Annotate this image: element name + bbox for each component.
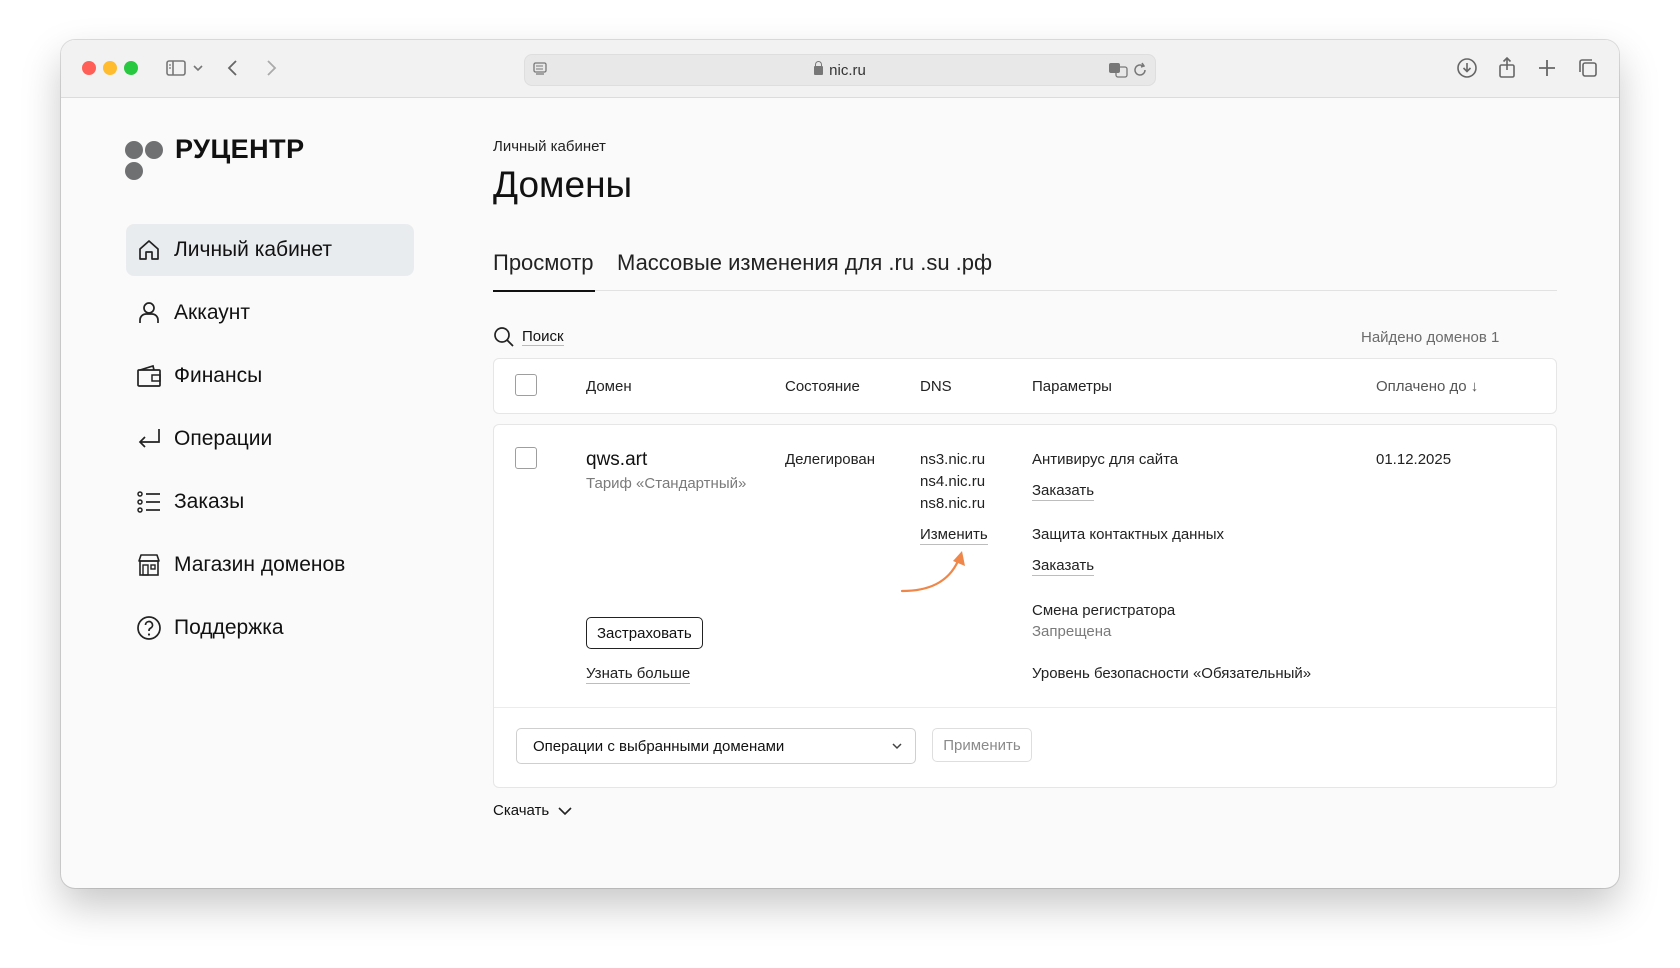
address-bar[interactable]: nic.ru — [524, 54, 1156, 86]
browser-toolbar: nic.ru — [61, 40, 1619, 98]
home-icon — [139, 240, 159, 260]
chevron-down-icon — [892, 743, 902, 750]
param-contact-protection: Защита контактных данных — [1032, 526, 1225, 543]
insure-button[interactable]: Застраховать — [586, 617, 703, 649]
param-antivirus: Антивирус для сайта — [1032, 451, 1179, 468]
sidebar-item-finance[interactable]: Финансы — [126, 350, 414, 402]
downloads-icon[interactable] — [1455, 56, 1479, 80]
column-header-dns[interactable]: DNS — [920, 378, 952, 395]
dns-change-link[interactable]: Изменить — [920, 526, 988, 545]
sidebar-nav: Личный кабинет Аккаунт Финансы Операции — [126, 224, 414, 665]
url-value: nic.ru — [829, 62, 866, 79]
lock-icon — [814, 61, 824, 75]
column-header-paid-until[interactable]: Оплачено до ↓ — [1376, 378, 1478, 395]
url-text: nic.ru — [525, 61, 1155, 79]
select-all-checkbox[interactable] — [515, 374, 537, 396]
order-contact-protection-link[interactable]: Заказать — [1032, 557, 1095, 576]
search-icon — [494, 327, 514, 347]
share-icon[interactable] — [1495, 56, 1519, 80]
back-icon[interactable] — [221, 56, 245, 80]
sidebar-item-dashboard[interactable]: Личный кабинет — [126, 224, 414, 276]
download-dropdown[interactable]: Скачать — [493, 802, 573, 819]
learn-more-link[interactable]: Узнать больше — [586, 665, 691, 684]
sidebar-item-label: Аккаунт — [174, 301, 251, 324]
forward-icon[interactable] — [259, 56, 283, 80]
help-icon — [137, 616, 161, 640]
wallet-icon — [137, 364, 161, 387]
column-header-params[interactable]: Параметры — [1032, 378, 1112, 395]
download-label: Скачать — [493, 802, 550, 819]
brand-logo-icon[interactable] — [124, 140, 168, 182]
tab-view[interactable]: Просмотр — [493, 250, 595, 292]
row-checkbox[interactable] — [515, 447, 537, 469]
tab-bar: Просмотр Массовые изменения для .ru .su … — [493, 250, 1557, 292]
found-count: Найдено доменов 1 — [1361, 329, 1500, 346]
column-header-state[interactable]: Состояние — [785, 378, 860, 395]
annotation-arrow-head — [953, 551, 965, 566]
translate-icon[interactable] — [1108, 61, 1128, 79]
browser-window: nic.ru РУЦЕНТР Личный кабинет Аккаунт Фи… — [61, 40, 1619, 888]
search-label: Поиск — [522, 328, 564, 346]
bulk-operations-label: Операции с выбранными доменами — [533, 738, 785, 755]
sidebar-toggle-icon[interactable] — [164, 56, 188, 80]
paid-until-date: 01.12.2025 — [1376, 451, 1452, 468]
brand-name[interactable]: РУЦЕНТР — [175, 134, 305, 165]
domain-state: Делегирован — [785, 451, 876, 468]
chevron-down-icon[interactable] — [191, 56, 205, 80]
page-title: Домены — [493, 164, 633, 205]
apply-button[interactable]: Применить — [932, 728, 1032, 762]
dns-server: ns3.nic.ru — [920, 451, 986, 468]
tab-bulk-changes[interactable]: Массовые изменения для .ru .su .рф — [617, 250, 992, 290]
registrar-change-status: Запрещена — [1032, 623, 1112, 640]
table-header: Домен Состояние DNS Параметры Оплачено д… — [493, 358, 1557, 414]
sidebar-item-label: Личный кабинет — [174, 238, 332, 261]
sidebar-item-label: Поддержка — [174, 616, 284, 639]
user-icon — [139, 302, 159, 323]
domain-name-link[interactable]: qws.art — [586, 449, 647, 471]
sidebar-item-operations[interactable]: Операции — [126, 413, 414, 465]
order-antivirus-link[interactable]: Заказать — [1032, 482, 1095, 501]
search-toggle[interactable]: Поиск — [493, 326, 564, 348]
reload-icon[interactable] — [1131, 61, 1149, 79]
sidebar-item-account[interactable]: Аккаунт — [126, 287, 414, 339]
param-registrar-change: Смена регистратора — [1032, 602, 1176, 619]
store-icon — [138, 554, 160, 576]
minimize-window-button[interactable] — [103, 61, 117, 75]
sidebar-item-domain-store[interactable]: Магазин доменов — [126, 539, 414, 591]
annotation-arrow-icon — [900, 551, 965, 593]
sidebar-item-label: Финансы — [174, 364, 263, 387]
column-header-domain[interactable]: Домен — [586, 378, 632, 395]
dns-server: ns8.nic.ru — [920, 495, 986, 512]
list-icon — [137, 491, 160, 513]
return-arrow-icon — [138, 429, 160, 448]
sidebar-item-label: Магазин доменов — [174, 553, 346, 576]
dns-server: ns4.nic.ru — [920, 473, 986, 490]
bulk-operations-select[interactable]: Операции с выбранными доменами — [516, 728, 916, 764]
table-row: qws.art Тариф «Стандартный» Делегирован … — [493, 424, 1557, 788]
chevron-down-icon — [558, 806, 572, 815]
close-window-button[interactable] — [82, 61, 96, 75]
param-security-level[interactable]: Уровень безопасности «Обязательный» — [1032, 665, 1311, 682]
new-tab-icon[interactable] — [1535, 56, 1559, 80]
divider — [494, 707, 1556, 708]
sidebar-item-orders[interactable]: Заказы — [126, 476, 414, 528]
sidebar-item-label: Заказы — [174, 490, 245, 513]
domain-tariff: Тариф «Стандартный» — [586, 475, 747, 492]
breadcrumb[interactable]: Личный кабинет — [493, 138, 606, 155]
tab-overview-icon[interactable] — [1576, 56, 1600, 80]
sidebar-item-support[interactable]: Поддержка — [126, 602, 414, 654]
sidebar-item-label: Операции — [174, 427, 273, 450]
zoom-window-button[interactable] — [124, 61, 138, 75]
annotation-arrow-shaft — [900, 559, 960, 593]
